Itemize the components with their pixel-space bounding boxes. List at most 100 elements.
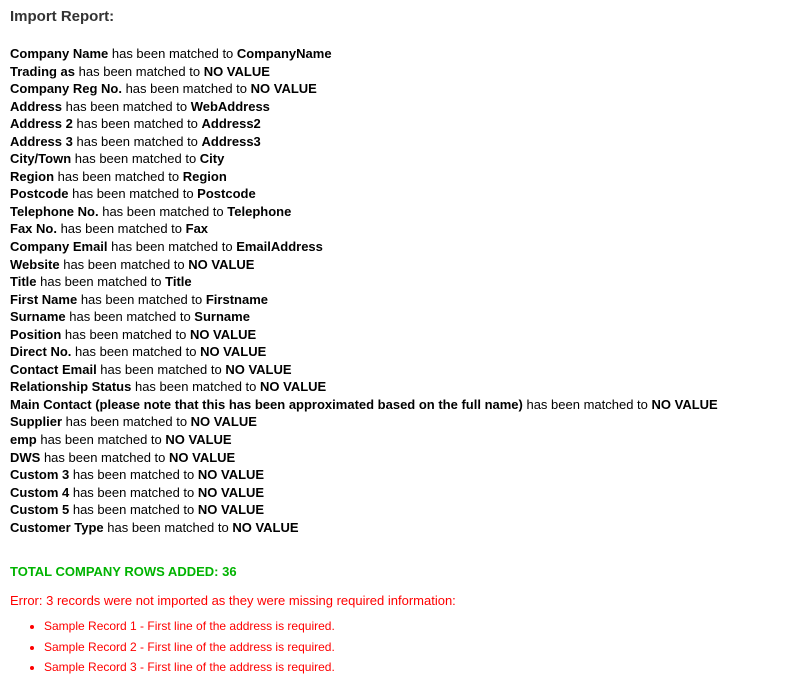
mapping-target: Fax [186, 221, 208, 236]
mapping-source: City/Town [10, 151, 71, 166]
mapping-line: Custom 5 has been matched to NO VALUE [10, 501, 785, 519]
mapping-target: NO VALUE [165, 432, 231, 447]
mapping-target: Address2 [202, 116, 261, 131]
mapping-line: Address 3 has been matched to Address3 [10, 133, 785, 151]
mapping-line: emp has been matched to NO VALUE [10, 431, 785, 449]
mapping-phrase: has been matched to [73, 116, 202, 131]
mapping-line: Direct No. has been matched to NO VALUE [10, 343, 785, 361]
mapping-phrase: has been matched to [99, 204, 228, 219]
mapping-source: Relationship Status [10, 379, 131, 394]
mapping-phrase: has been matched to [104, 520, 233, 535]
report-title: Import Report: [10, 8, 785, 25]
mapping-source: Surname [10, 309, 66, 324]
mapping-source: DWS [10, 450, 40, 465]
mapping-line: Region has been matched to Region [10, 168, 785, 186]
mapping-line: Trading as has been matched to NO VALUE [10, 63, 785, 81]
mapping-source: Custom 3 [10, 467, 69, 482]
mapping-phrase: has been matched to [523, 397, 652, 412]
mapping-target: NO VALUE [225, 362, 291, 377]
mapping-target: NO VALUE [251, 81, 317, 96]
mapping-source: emp [10, 432, 37, 447]
mapping-source: Custom 4 [10, 485, 69, 500]
mapping-line: Company Email has been matched to EmailA… [10, 238, 785, 256]
mapping-source: Company Email [10, 239, 108, 254]
mapping-source: Website [10, 257, 60, 272]
mapping-line: Company Name has been matched to Company… [10, 45, 785, 63]
mapping-phrase: has been matched to [73, 134, 202, 149]
mapping-line: Custom 4 has been matched to NO VALUE [10, 484, 785, 502]
mapping-line: Fax No. has been matched to Fax [10, 220, 785, 238]
mapping-target: NO VALUE [188, 257, 254, 272]
mapping-phrase: has been matched to [57, 221, 186, 236]
mapping-target: NO VALUE [232, 520, 298, 535]
mapping-line: DWS has been matched to NO VALUE [10, 449, 785, 467]
mapping-line: City/Town has been matched to City [10, 150, 785, 168]
mapping-phrase: has been matched to [69, 467, 198, 482]
mapping-source: Address 2 [10, 116, 73, 131]
mapping-source: Contact Email [10, 362, 97, 377]
mapping-source: Position [10, 327, 61, 342]
mapping-phrase: has been matched to [122, 81, 251, 96]
field-mappings: Company Name has been matched to Company… [10, 45, 785, 536]
mapping-source: Address [10, 99, 62, 114]
mapping-source: Custom 5 [10, 502, 69, 517]
mapping-target: Address3 [202, 134, 261, 149]
mapping-target: Postcode [197, 186, 256, 201]
mapping-target: NO VALUE [191, 414, 257, 429]
mapping-phrase: has been matched to [71, 151, 200, 166]
mapping-phrase: has been matched to [40, 450, 169, 465]
mapping-phrase: has been matched to [71, 344, 200, 359]
mapping-line: Supplier has been matched to NO VALUE [10, 413, 785, 431]
mapping-source: First Name [10, 292, 77, 307]
mapping-phrase: has been matched to [69, 186, 198, 201]
mapping-source: Company Name [10, 46, 108, 61]
mapping-phrase: has been matched to [69, 502, 198, 517]
mapping-line: Surname has been matched to Surname [10, 308, 785, 326]
mapping-phrase: has been matched to [61, 327, 190, 342]
mapping-line: Customer Type has been matched to NO VAL… [10, 519, 785, 537]
mapping-target: Telephone [227, 204, 291, 219]
mapping-source: Title [10, 274, 37, 289]
error-list: Sample Record 1 - First line of the addr… [10, 616, 785, 677]
mapping-source: Address 3 [10, 134, 73, 149]
mapping-line: Postcode has been matched to Postcode [10, 185, 785, 203]
mapping-phrase: has been matched to [77, 292, 206, 307]
mapping-target: Region [183, 169, 227, 184]
mapping-phrase: has been matched to [62, 99, 191, 114]
mapping-phrase: has been matched to [66, 309, 195, 324]
mapping-phrase: has been matched to [62, 414, 191, 429]
mapping-target: WebAddress [191, 99, 270, 114]
mapping-phrase: has been matched to [37, 274, 166, 289]
mapping-phrase: has been matched to [97, 362, 226, 377]
mapping-phrase: has been matched to [131, 379, 260, 394]
mapping-target: Title [165, 274, 192, 289]
mapping-target: NO VALUE [198, 467, 264, 482]
mapping-line: Address 2 has been matched to Address2 [10, 115, 785, 133]
mapping-target: EmailAddress [236, 239, 323, 254]
mapping-line: Address has been matched to WebAddress [10, 98, 785, 116]
mapping-line: Main Contact (please note that this has … [10, 396, 785, 414]
mapping-target: NO VALUE [200, 344, 266, 359]
mapping-target: NO VALUE [198, 502, 264, 517]
mapping-line: Title has been matched to Title [10, 273, 785, 291]
mapping-phrase: has been matched to [60, 257, 189, 272]
mapping-source: Postcode [10, 186, 69, 201]
mapping-phrase: has been matched to [108, 239, 237, 254]
mapping-line: Website has been matched to NO VALUE [10, 256, 785, 274]
mapping-target: NO VALUE [260, 379, 326, 394]
mapping-source: Trading as [10, 64, 75, 79]
mapping-line: Company Reg No. has been matched to NO V… [10, 80, 785, 98]
mapping-target: NO VALUE [652, 397, 718, 412]
mapping-source: Company Reg No. [10, 81, 122, 96]
mapping-target: Firstname [206, 292, 268, 307]
mapping-source: Main Contact (please note that this has … [10, 397, 523, 412]
mapping-target: CompanyName [237, 46, 332, 61]
mapping-target: NO VALUE [190, 327, 256, 342]
mapping-target: Surname [194, 309, 250, 324]
mapping-line: Relationship Status has been matched to … [10, 378, 785, 396]
mapping-phrase: has been matched to [108, 46, 237, 61]
error-item: Sample Record 1 - First line of the addr… [44, 616, 785, 636]
mapping-phrase: has been matched to [54, 169, 183, 184]
mapping-line: Position has been matched to NO VALUE [10, 326, 785, 344]
mapping-target: NO VALUE [169, 450, 235, 465]
